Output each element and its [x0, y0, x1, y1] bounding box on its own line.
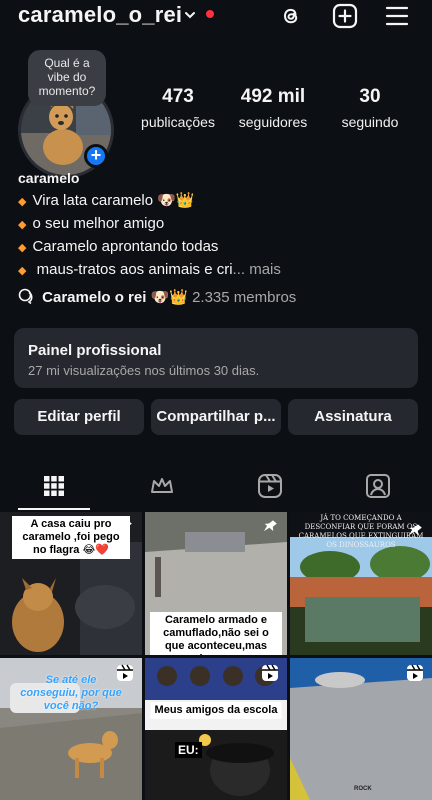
grid-icon — [44, 476, 64, 496]
posts-count: 473 — [162, 86, 194, 107]
following-label: seguindo — [341, 114, 399, 130]
bullet-icon: ◆ — [18, 219, 27, 231]
post-caption-secondary: EU: — [175, 742, 202, 758]
add-story-button[interactable]: + — [84, 144, 108, 168]
stat-followers[interactable]: 492 mil seguidores — [230, 86, 316, 130]
reels-icon — [262, 664, 278, 681]
bullet-icon: ◆ — [18, 265, 27, 277]
active-tab-indicator — [18, 508, 90, 510]
bio-more-link[interactable]: ... mais — [233, 261, 281, 278]
post-thumbnail[interactable]: Meus amigos da escola EU: — [145, 658, 287, 800]
subscription-button[interactable]: Assinatura — [288, 399, 418, 435]
post-caption: A casa caiu pro caramelo ,foi pego no fl… — [12, 516, 130, 559]
tab-reels[interactable] — [216, 462, 324, 510]
post-caption: Meus amigos da escola — [150, 702, 282, 719]
username-switcher[interactable]: caramelo_o_rei — [18, 2, 182, 28]
posts-label: publicações — [141, 114, 215, 130]
followers-count: 492 mil — [240, 86, 306, 107]
edit-profile-button[interactable]: Editar perfil — [14, 399, 144, 435]
community-link[interactable]: Caramelo o rei 🐶👑 2.335 membros — [18, 288, 296, 306]
add-icon[interactable] — [332, 3, 358, 29]
notification-dot — [206, 10, 214, 18]
posts-grid: A casa caiu pro caramelo ,foi pego no fl… — [0, 512, 432, 800]
reels-icon — [258, 474, 282, 498]
bio-text: o seu melhor amigo — [32, 215, 165, 232]
post-thumbnail[interactable]: ROCK — [290, 658, 432, 800]
bio-line: ◆ Caramelo aprontando todas — [18, 236, 281, 259]
tab-grid[interactable] — [0, 462, 108, 510]
stat-following[interactable]: 30 seguindo — [330, 86, 410, 130]
following-count: 30 — [359, 86, 381, 107]
community-name: Caramelo o rei 🐶👑 — [42, 289, 188, 306]
bio-line: ◆ maus-tratos aos animais e cri... mais — [18, 259, 281, 282]
bio-text: maus-tratos aos animais e cri — [32, 261, 233, 278]
bio-line: ◆ Vira lata caramelo 🐶👑 — [18, 190, 281, 213]
reels-icon — [117, 664, 133, 681]
pin-icon — [263, 520, 277, 532]
display-name: caramelo — [18, 170, 80, 186]
bio-text: Vira lata caramelo 🐶👑 — [32, 192, 195, 209]
pin-icon — [118, 520, 132, 532]
bio-text: Caramelo aprontando todas — [32, 238, 219, 255]
reels-icon — [407, 664, 423, 681]
chevron-down-icon[interactable] — [185, 10, 195, 20]
community-members: 2.335 membros — [192, 289, 297, 306]
share-profile-button[interactable]: Compartilhar p... — [151, 399, 281, 435]
post-caption: ROCK — [354, 786, 372, 792]
stat-posts[interactable]: 473 publicações — [132, 86, 224, 130]
bio: ◆ Vira lata caramelo 🐶👑 ◆ o seu melhor ami… — [18, 190, 281, 282]
bullet-icon: ◆ — [18, 242, 27, 254]
pin-icon — [408, 524, 422, 536]
post-thumbnail[interactable]: JÁ TO COMEÇANDO A DESCONFIAR QUE FORAM O… — [290, 512, 432, 655]
bullet-icon: ◆ — [18, 196, 27, 208]
tab-tagged[interactable] — [324, 462, 432, 510]
crown-icon — [151, 478, 173, 493]
post-thumbnail[interactable]: Caramelo armado e camuflado,não sei o qu… — [145, 512, 287, 655]
post-caption: Caramelo armado e camuflado,não sei o qu… — [150, 612, 282, 655]
post-thumbnail[interactable]: Se até ele conseguiu, por que você não? — [0, 658, 142, 800]
note-bubble[interactable]: Qual é a vibe do momento? — [28, 50, 106, 106]
menu-icon[interactable] — [384, 3, 410, 29]
followers-label: seguidores — [238, 114, 308, 130]
post-thumbnail[interactable]: A casa caiu pro caramelo ,foi pego no fl… — [0, 512, 142, 655]
dashboard-title: Painel profissional — [28, 342, 162, 359]
post-caption: Se até ele conseguiu, por que você não? — [20, 674, 122, 712]
profile-tabs — [0, 462, 432, 510]
tab-subscriptions[interactable] — [108, 462, 216, 510]
professional-dashboard[interactable]: Painel profissional 27 mi visualizações … — [14, 328, 418, 388]
dashboard-subtitle: 27 mi visualizações nos últimos 30 dias. — [28, 363, 260, 378]
top-bar: caramelo_o_rei — [0, 0, 432, 34]
tagged-icon — [366, 474, 390, 498]
threads-icon[interactable] — [278, 3, 304, 29]
chat-community-icon — [18, 288, 33, 305]
bio-line: ◆ o seu melhor amigo — [18, 213, 281, 236]
